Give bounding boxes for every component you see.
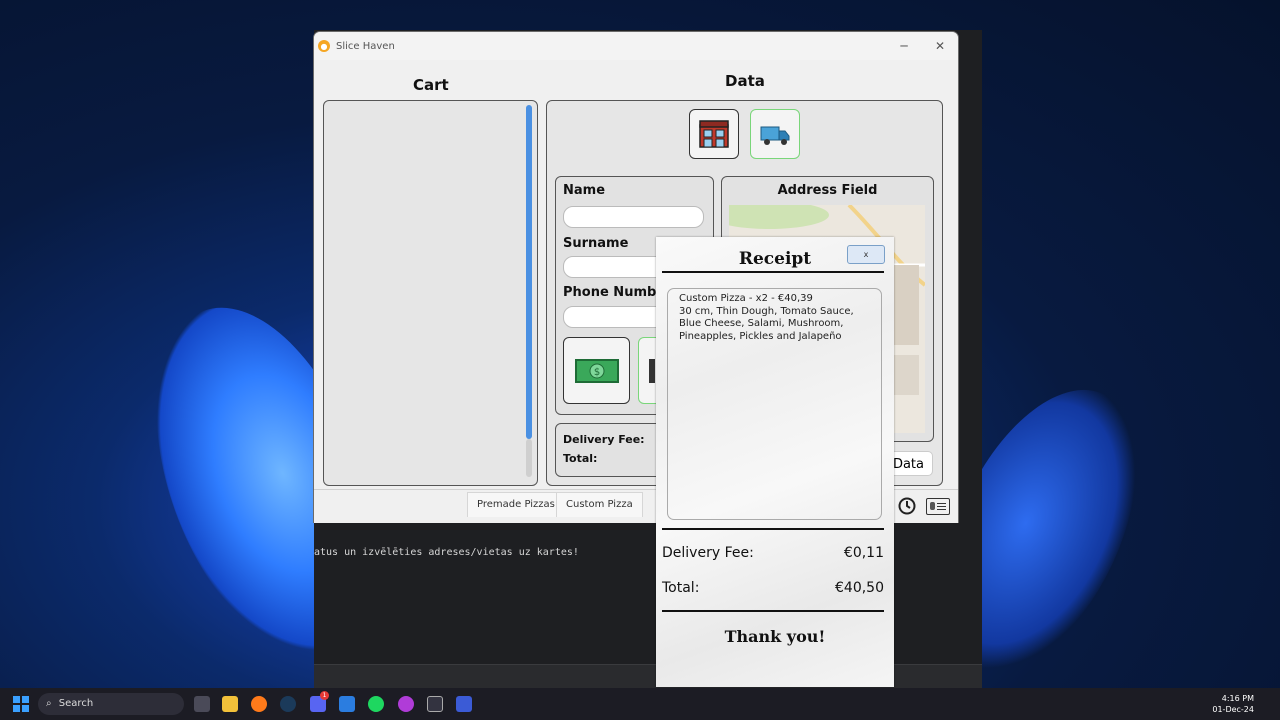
profile-card-icon[interactable]: [926, 498, 950, 515]
name-label: Name: [563, 183, 606, 198]
window-title: Slice Haven: [336, 40, 395, 52]
history-icon[interactable]: [897, 496, 917, 520]
receipt-item: Custom Pizza - x2 - €40,39 30 cm, Thin D…: [679, 293, 875, 343]
media-app-icon[interactable]: [398, 696, 414, 712]
windows-start-icon[interactable]: [13, 696, 29, 712]
data-heading: Data: [725, 72, 765, 90]
delivery-fee-label: Delivery Fee:: [563, 433, 645, 446]
discord-badge: 1: [320, 691, 329, 700]
pizza-app-icon: ●: [318, 40, 330, 52]
receipt-close-button[interactable]: x: [847, 245, 885, 264]
receipt-delivery-row: Delivery Fee: €0,11: [662, 545, 884, 561]
receipt-thanks: Thank you!: [724, 627, 826, 646]
spotify-icon[interactable]: [368, 696, 384, 712]
filezilla-icon[interactable]: [427, 696, 443, 712]
search-icon: ⌕: [46, 698, 52, 709]
cart-scrollbar[interactable]: [526, 105, 532, 439]
svg-text:$: $: [593, 367, 599, 378]
cart-heading: Cart: [413, 76, 449, 94]
total-label: Total:: [563, 452, 598, 465]
taskbar-search[interactable]: ⌕ Search: [38, 693, 184, 715]
steam-icon[interactable]: [280, 696, 296, 712]
tab-custom-pizza[interactable]: Custom Pizza: [556, 492, 643, 517]
receipt-divider-middle: [662, 528, 884, 530]
delivery-truck-icon: [760, 126, 790, 145]
close-button[interactable]: ✕: [922, 39, 958, 53]
system-clock[interactable]: 4:16 PM 01-Dec-24: [1212, 693, 1254, 715]
cash-payment-button[interactable]: $: [563, 337, 630, 404]
discord-icon[interactable]: 1: [310, 691, 329, 712]
receipt-total-value: €40,50: [835, 580, 884, 596]
terminal-output: atus un izvēlēties adreses/vietas uz kar…: [314, 547, 579, 558]
receipt-items-box[interactable]: Custom Pizza - x2 - €40,39 30 cm, Thin D…: [667, 288, 882, 520]
titlebar: ● Slice Haven ─ ✕: [314, 32, 958, 60]
receipt-item-summary: Custom Pizza - x2 - €40,39: [679, 293, 813, 304]
receipt-delivery-label: Delivery Fee:: [662, 545, 754, 561]
delivery-button[interactable]: [750, 109, 800, 159]
address-label: Address Field: [777, 183, 878, 198]
minimize-button[interactable]: ─: [886, 39, 922, 53]
firefox-icon[interactable]: [251, 696, 267, 712]
name-input[interactable]: [563, 206, 704, 228]
cart-list[interactable]: [323, 100, 538, 486]
surname-label: Surname: [563, 236, 629, 251]
store-icon: [699, 120, 729, 148]
taskbar: ⌕ Search 1 4:16 PM 01-Dec-24: [0, 688, 1280, 720]
receipt-total-label: Total:: [662, 580, 700, 596]
receipt-delivery-value: €0,11: [843, 545, 884, 561]
app-window-icon[interactable]: [456, 696, 472, 712]
tab-premade-pizzas[interactable]: Premade Pizzas: [467, 492, 565, 517]
clock-time: 4:16 PM: [1221, 694, 1254, 703]
phone-label: Phone Numbe: [563, 285, 666, 300]
cart-scroll-track[interactable]: [526, 439, 532, 477]
cash-icon: $: [574, 358, 619, 383]
receipt-divider-bottom: [662, 610, 884, 612]
store-pickup-button[interactable]: [689, 109, 739, 159]
vscode-icon[interactable]: [339, 696, 355, 712]
receipt-divider-top: [662, 271, 884, 273]
clock-date: 01-Dec-24: [1212, 705, 1254, 714]
receipt-total-row: Total: €40,50: [662, 580, 884, 596]
receipt-item-details: 30 cm, Thin Dough, Tomato Sauce, Blue Ch…: [679, 305, 854, 342]
file-explorer-icon[interactable]: [222, 696, 238, 712]
task-view-icon[interactable]: [194, 696, 210, 712]
card-icon: [648, 358, 655, 383]
search-label: Search: [58, 698, 94, 709]
receipt-popup: Receipt x Custom Pizza - x2 - €40,39 30 …: [656, 237, 894, 687]
